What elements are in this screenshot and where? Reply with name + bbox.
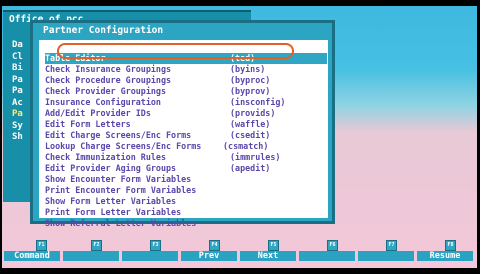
menu-item-label: Edit Form Letters — [45, 119, 131, 129]
office-menu-item[interactable]: Sy — [12, 121, 30, 133]
office-menu-item[interactable]: Pa — [12, 75, 30, 87]
menu-item-label: Edit Charge Screens/Enc Forms — [45, 130, 192, 140]
menu-item-label: Check Procedure Groupings — [45, 75, 172, 85]
f7-key-label — [358, 251, 414, 261]
menu-item-label: Check Immunization Rules — [45, 152, 167, 162]
menu-item-code: (csedit) — [230, 130, 271, 140]
office-menu-item[interactable]: Bi — [12, 63, 30, 75]
office-menu-item[interactable]: Sh — [12, 132, 30, 144]
menu-item-edit-charge-screens[interactable]: Edit Charge Screens/Enc Forms (csedit) — [45, 130, 327, 141]
menu-item-label: Show Encounter Form Variables — [45, 174, 192, 184]
f2-key-label — [63, 251, 119, 261]
menu-item-code: (insconfig) — [230, 97, 286, 107]
selection-highlight-ring — [57, 43, 294, 59]
menu-item-print-encounter-form-variables[interactable]: Print Encounter Form Variables — [45, 185, 327, 196]
menu-item-code: (byprov) — [230, 86, 271, 96]
menu-item-code: (waffle) — [230, 119, 271, 129]
menu-item-label: Lookup Charge Screens/Enc Forms — [45, 141, 202, 151]
function-key-bar: F1 Command F2 F3 F4 Prev F5 Next F6 F7 F… — [2, 240, 477, 261]
f6-key[interactable]: F6 — [299, 240, 355, 261]
menu-item-show-encounter-form-variables[interactable]: Show Encounter Form Variables — [45, 174, 327, 185]
f2-key[interactable]: F2 — [63, 240, 119, 261]
f8-key-resume[interactable]: F8 Resume — [417, 240, 473, 261]
menu-item-check-procedure-groupings[interactable]: Check Procedure Groupings (byproc) — [45, 75, 327, 86]
f7-key-cap: F7 — [386, 240, 397, 251]
menu-item-label: Print Encounter Form Variables — [45, 185, 197, 195]
f1-key-label: Command — [4, 251, 60, 261]
menu-item-code: (byproc) — [230, 75, 271, 85]
menu-item-show-referral-letter-variables[interactable]: Show Referral Letter Variables — [45, 218, 327, 229]
f8-key-cap: F8 — [445, 240, 456, 251]
resume-button: Resume — [417, 251, 473, 261]
menu-item-code: (provids) — [230, 108, 276, 118]
f3-key-label — [122, 251, 178, 261]
menu-item-print-form-letter-variables[interactable]: Print Form Letter Variables — [45, 207, 327, 218]
menu-item-show-form-letter-variables[interactable]: Show Form Letter Variables — [45, 196, 327, 207]
menu-item-edit-provider-aging-groups[interactable]: Edit Provider Aging Groups (apedit) — [45, 163, 327, 174]
menu-item-code: (apedit) — [230, 163, 271, 173]
office-menu-item[interactable]: Pa — [12, 86, 30, 98]
menu-item-check-immunization-rules[interactable]: Check Immunization Rules (immrules) — [45, 152, 327, 163]
f3-key[interactable]: F3 — [122, 240, 178, 261]
menu-item-label: Edit Provider Aging Groups — [45, 163, 177, 173]
office-menu-item[interactable]: Cl — [12, 52, 30, 64]
menu-item-code: (csmatch) — [223, 141, 269, 151]
f4-key-prev[interactable]: F4 Prev — [181, 240, 237, 261]
menu-item-label: Check Provider Groupings — [45, 86, 167, 96]
f1-key-cap: F1 — [36, 240, 47, 251]
f2-key-cap: F2 — [91, 240, 102, 251]
f7-key[interactable]: F7 — [358, 240, 414, 261]
prev-button: Prev — [181, 251, 237, 261]
office-menu-list: Da Cl Bi Pa Pa Ac Pa Sy Sh — [12, 40, 30, 144]
f5-key-cap: F5 — [268, 240, 279, 251]
next-button: Next — [240, 251, 296, 261]
menu-item-insurance-configuration[interactable]: Insurance Configuration (insconfig) — [45, 97, 327, 108]
f4-key-cap: F4 — [209, 240, 220, 251]
partner-config-title: Partner Configuration — [43, 25, 164, 36]
f1-key[interactable]: F1 Command — [4, 240, 60, 261]
menu-item-label: Check Insurance Groupings — [45, 64, 172, 74]
office-menu-item[interactable]: Da — [12, 40, 30, 52]
f3-key-cap: F3 — [150, 240, 161, 251]
partner-config-menu: Table Editor (ted) Check Insurance Groupi… — [37, 38, 330, 228]
menu-item-add-edit-provider-ids[interactable]: Add/Edit Provider IDs (provids) — [45, 108, 327, 119]
office-menu-item[interactable]: Ac — [12, 98, 30, 110]
terminal-screen: Office of pcc Da Cl Bi Pa Pa Ac Pa Sy Sh… — [2, 6, 477, 268]
menu-item-label: Show Form Letter Variables — [45, 196, 177, 206]
menu-item-check-provider-groupings[interactable]: Check Provider Groupings (byprov) — [45, 86, 327, 97]
scroll-down-indicator[interactable]: \/ — [317, 193, 328, 203]
menu-item-label: Insurance Configuration — [45, 97, 161, 107]
menu-item-label: Print Form Letter Variables — [45, 207, 182, 217]
menu-item-label: Show Referral Letter Variables — [45, 218, 197, 228]
menu-item-edit-form-letters[interactable]: Edit Form Letters (waffle) — [45, 119, 327, 130]
menu-item-code: (immrules) — [230, 152, 281, 162]
scroll-up-indicator[interactable]: /\ — [317, 176, 328, 186]
f5-key-next[interactable]: F5 Next — [240, 240, 296, 261]
f6-key-label — [299, 251, 355, 261]
menu-item-check-insurance-groupings[interactable]: Check Insurance Groupings (byins) — [45, 64, 327, 75]
f6-key-cap: F6 — [327, 240, 338, 251]
office-menu-item-selected[interactable]: Pa — [12, 109, 30, 121]
menu-item-code: (byins) — [230, 64, 266, 74]
menu-item-lookup-charge-screens[interactable]: Lookup Charge Screens/Enc Forms (csmatch) — [45, 141, 327, 152]
menu-item-label: Add/Edit Provider IDs — [45, 108, 151, 118]
